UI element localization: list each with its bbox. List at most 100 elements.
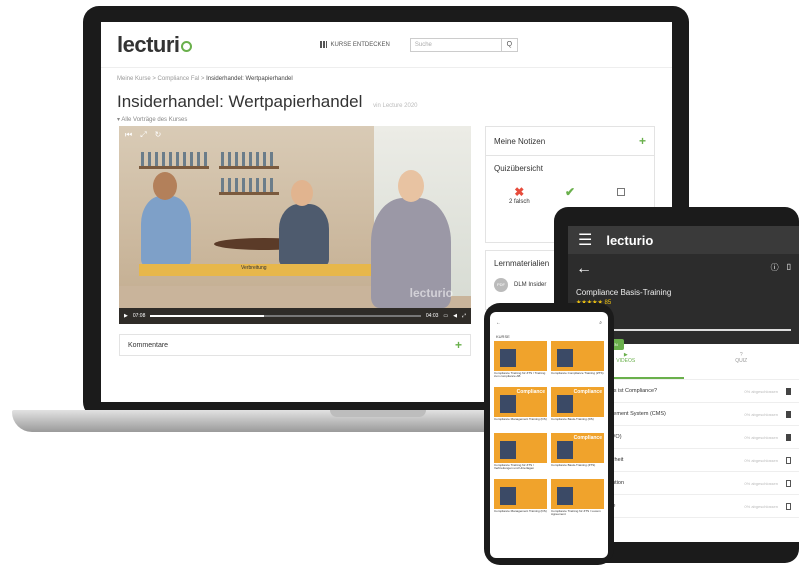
course-card[interactable]: Compliance Compliance Training (ZTS) xyxy=(551,341,604,383)
breadcrumb-my-courses[interactable]: Meine Kurse xyxy=(117,76,151,82)
wrong-icon: ✖ xyxy=(514,185,525,199)
bookmark-icon[interactable]: ▯ xyxy=(787,262,791,273)
bookmark-icon[interactable] xyxy=(786,479,791,487)
current-time: 07:08 xyxy=(132,313,146,319)
bookmark-icon[interactable] xyxy=(786,502,791,510)
tablet-topbar: ☰ lecturio xyxy=(568,226,799,254)
materials-title: Lernmaterialien xyxy=(494,259,550,268)
info-icon[interactable]: ⓘ xyxy=(771,262,779,273)
bookmark-icon[interactable] xyxy=(786,387,791,395)
notes-panel: Meine Notizen + xyxy=(485,126,655,156)
quiz-wrong: ✖ 2 falsch xyxy=(499,185,539,205)
course-card-label: Compliance Training für ZTS / Training z… xyxy=(494,371,546,379)
course-thumbnail xyxy=(551,341,604,371)
course-card[interactable]: Compliance Training für ZTS / Verbreitun… xyxy=(494,433,547,475)
course-card[interactable]: Compliance Training für ZTS / Training z… xyxy=(494,341,547,383)
tablet-back-icon[interactable]: ← xyxy=(576,260,791,278)
breadcrumb: Meine Kurse > Compliance Fal > Insiderha… xyxy=(101,68,672,82)
course-card[interactable]: Compliance Compliance Management Training… xyxy=(494,387,547,429)
play-icon[interactable]: ▶ xyxy=(124,313,128,319)
video-top-icons: ⏮ ⤢ ↻ xyxy=(125,130,161,140)
course-card[interactable]: Compliance Compliance Basis-Training (ZTS… xyxy=(551,433,604,475)
phone-screen: ← ⌕ KURSE Compliance Training für ZTS / … xyxy=(490,312,608,558)
video-person-left-head xyxy=(153,172,177,200)
tab-quiz-label: QUIZ xyxy=(735,358,748,364)
course-card[interactable]: Compliance Compliance Basis-Training (DS) xyxy=(551,387,604,429)
video-player[interactable]: Verbreitung ⏮ ⤢ ↻ lecturio ▶ 07:08 04:03… xyxy=(119,126,471,324)
captions-icon[interactable]: ▭ xyxy=(443,313,448,319)
tablet-logo[interactable]: lecturio xyxy=(606,233,653,248)
check-icon: ✔ xyxy=(564,185,576,199)
add-comment-icon[interactable]: + xyxy=(455,339,462,351)
video-person-right-head xyxy=(291,180,313,206)
bookmark-icon[interactable] xyxy=(786,456,791,464)
course-thumbnail: Compliance xyxy=(494,387,547,417)
course-card-label: Compliance Management Training (DS) xyxy=(494,417,547,421)
course-thumbnail-title: Compliance xyxy=(516,389,545,395)
video-bottles xyxy=(141,152,207,166)
course-thumbnail-title: Compliance xyxy=(573,435,602,441)
quiz-wrong-label: 2 falsch xyxy=(508,199,530,205)
all-lectures-label: Alle Vorträge des Kurses xyxy=(121,117,188,123)
course-thumbnail-figure xyxy=(500,395,516,413)
expand-icon[interactable]: ⤢ xyxy=(462,313,466,319)
replay-icon[interactable]: ↻ xyxy=(155,130,162,140)
tablet-course-title: Compliance Basis-Training xyxy=(576,288,672,297)
phone-back-icon[interactable]: ← xyxy=(496,320,501,326)
tablet-rating: ★★★★★ 85 xyxy=(576,299,791,306)
volume-icon[interactable]: ◀ xyxy=(453,313,457,319)
course-thumbnail-figure xyxy=(500,349,516,367)
video-person-right xyxy=(279,204,329,266)
search-button[interactable]: Q xyxy=(501,37,518,52)
course-card-label: Compliance Training für ZTS / Verbreitun… xyxy=(494,463,535,471)
skip-back-icon[interactable]: ⏮ xyxy=(125,130,132,140)
comments-panel[interactable]: Kommentare + xyxy=(119,334,471,356)
lecture-status: 0% abgeschlossen xyxy=(744,411,778,417)
checkbox-icon xyxy=(616,188,625,196)
notes-panel-header[interactable]: Meine Notizen + xyxy=(486,127,654,155)
logo-dot-icon xyxy=(180,40,192,52)
course-thumbnail-figure xyxy=(557,441,573,459)
breadcrumb-current: Insiderhandel: Wertpapierhandel xyxy=(206,76,293,82)
notes-title: Meine Notizen xyxy=(494,136,546,146)
quiz-correct: ✔ xyxy=(550,185,590,205)
course-card[interactable]: Compliance Training für ZTS / Lucem Agre… xyxy=(551,479,604,521)
breadcrumb-separator: > xyxy=(200,76,205,82)
lecturio-logo[interactable]: lecturi xyxy=(117,32,192,58)
discover-courses-label: KURSE ENTDECKEN xyxy=(330,41,390,48)
menu-icon[interactable]: ☰ xyxy=(578,230,592,250)
course-card[interactable]: Compliance Management Training (DS) xyxy=(494,479,547,521)
all-lectures-link[interactable]: ▾ Alle Vorträge des Kurses xyxy=(101,112,672,123)
course-thumbnail xyxy=(551,479,604,509)
course-thumbnail-figure xyxy=(557,349,573,367)
course-thumbnail: Compliance xyxy=(551,387,604,417)
video-bottles xyxy=(221,178,277,192)
course-card-label: Compliance Compliance Training (ZTS) xyxy=(551,371,604,375)
course-thumbnail xyxy=(494,433,547,463)
course-card-label: Compliance Management Training (DS) xyxy=(494,509,547,513)
grid-icon xyxy=(319,41,327,48)
video-progress-bar[interactable] xyxy=(150,315,421,317)
quiz-title: Quizübersicht xyxy=(494,164,543,173)
course-thumbnail-figure xyxy=(557,487,573,505)
fullscreen-icon[interactable]: ⤢ xyxy=(140,130,146,140)
laptop-notch xyxy=(330,410,426,417)
page-title: Insiderhandel: Wertpapierhandel vin Lect… xyxy=(101,82,672,112)
search-input[interactable]: Suche xyxy=(409,37,502,52)
bookmark-icon[interactable] xyxy=(786,433,791,441)
course-card-label: Compliance Basis-Training (DS) xyxy=(551,417,594,421)
video-presenter-head xyxy=(398,170,424,202)
bookmark-icon[interactable] xyxy=(786,410,791,418)
video-shelf xyxy=(219,192,279,195)
video-bench-label: Verbreitung xyxy=(241,265,267,271)
course-thumbnail-title: Compliance xyxy=(573,389,602,395)
phone-search-icon[interactable]: ⌕ xyxy=(599,320,602,326)
add-note-icon[interactable]: + xyxy=(639,135,646,147)
lecture-status: 0% abgeschlossen xyxy=(744,503,778,509)
lecture-status: 0% abgeschlossen xyxy=(744,480,778,486)
discover-courses-link[interactable]: KURSE ENTDECKEN xyxy=(319,41,390,48)
course-card-label: Compliance Basis-Training (ZTS) xyxy=(551,463,596,467)
device-mockup-stage: lecturi KURSE ENTDECKEN Suche Q Meine Ku… xyxy=(0,0,799,569)
breadcrumb-course[interactable]: Compliance Fal xyxy=(158,76,200,82)
video-person-left xyxy=(141,196,191,266)
